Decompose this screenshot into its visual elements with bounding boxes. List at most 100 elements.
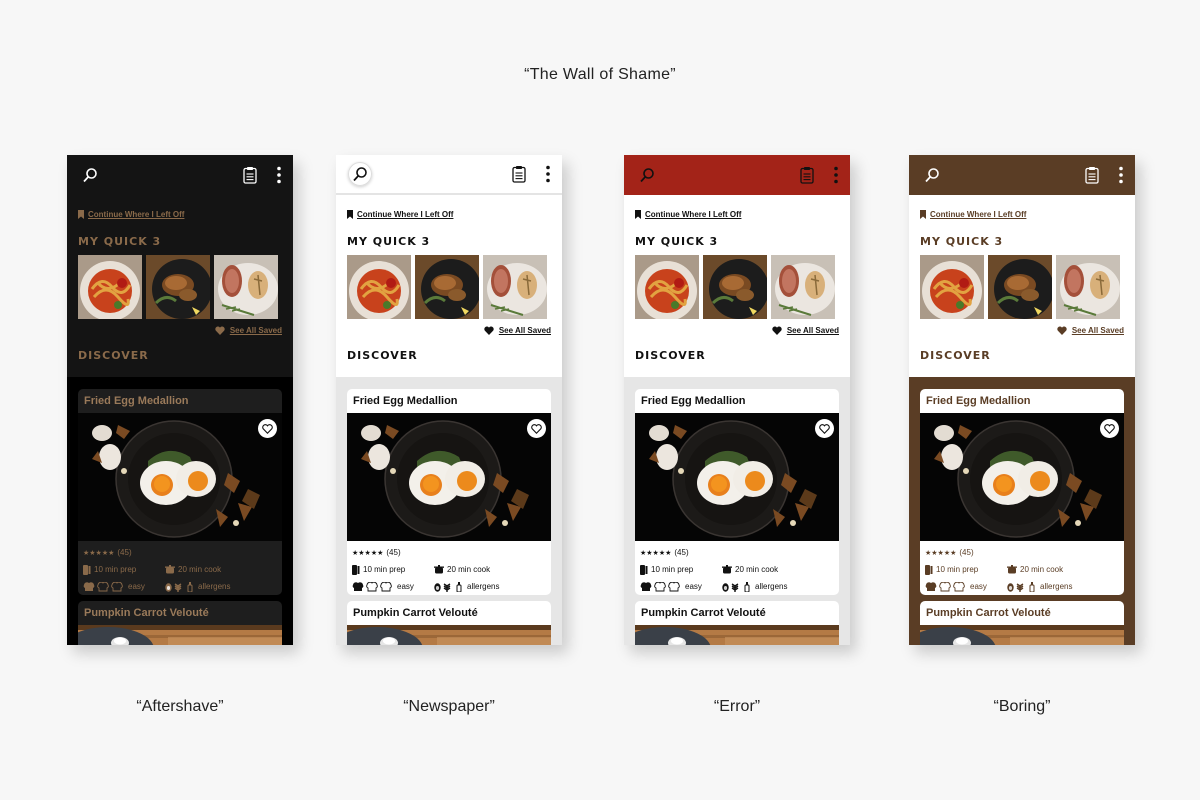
- more-menu-button[interactable]: [544, 163, 552, 185]
- page-title: “The Wall of Shame”: [524, 66, 676, 83]
- clipboard-icon: [800, 167, 814, 184]
- more-menu-button[interactable]: [832, 164, 840, 186]
- difficulty-label: easy: [970, 582, 987, 591]
- theme-mockup: Continue Where I Left Off MY QUICK 3 See…: [909, 155, 1135, 715]
- more-menu-button[interactable]: [1117, 164, 1125, 186]
- see-all-saved-label: See All Saved: [786, 325, 839, 335]
- quick-recipe-thumbnail-chicken[interactable]: [988, 255, 1052, 319]
- quick-recipe-thumbnail-spaghetti[interactable]: [920, 255, 984, 319]
- recipe-card-meta: ★★★★★ (45) 10 min prep 20 min cook easy …: [347, 541, 551, 595]
- recipe-card[interactable]: Fried Egg Medallion ★★★★★ (45) 10 min pr…: [347, 389, 551, 595]
- continue-link[interactable]: Continue Where I Left Off: [624, 195, 850, 233]
- search-icon: [353, 167, 367, 182]
- app-top-bar: [624, 155, 850, 195]
- allergens-label: allergens: [198, 582, 231, 591]
- quick-3-row: [624, 251, 850, 319]
- shopping-list-button[interactable]: [508, 163, 530, 185]
- heart-icon: [1057, 326, 1067, 335]
- recipe-card-image[interactable]: [920, 413, 1124, 541]
- prep-board-icon: [83, 564, 91, 575]
- allergen-icons: [722, 581, 750, 592]
- app-header-area: Continue Where I Left Off MY QUICK 3 See…: [909, 195, 1135, 377]
- recipe-card-image[interactable]: [920, 625, 1124, 645]
- recipe-card-image[interactable]: [635, 413, 839, 541]
- recipe-card-title: Pumpkin Carrot Velouté: [926, 607, 1051, 619]
- phone-screen: Continue Where I Left Off MY QUICK 3 See…: [909, 155, 1135, 645]
- quick-recipe-thumbnail-spaghetti[interactable]: [635, 255, 699, 319]
- discover-title: DISCOVER: [78, 349, 149, 362]
- search-button[interactable]: [348, 162, 372, 186]
- allergens-label: allergens: [1040, 582, 1073, 591]
- cook-time: 20 min cook: [1020, 565, 1064, 574]
- recipe-card[interactable]: Pumpkin Carrot Velouté: [920, 601, 1124, 645]
- recipe-card-image[interactable]: [347, 625, 551, 645]
- theme-caption: “Aftershave”: [136, 698, 224, 715]
- prep-board-icon: [925, 564, 933, 575]
- recipe-card[interactable]: Fried Egg Medallion ★★★★★ (45) 10 min pr…: [78, 389, 282, 595]
- heart-icon: [484, 326, 494, 335]
- more-menu-button[interactable]: [275, 164, 283, 186]
- quick-3-row: [67, 251, 293, 319]
- recipe-card-image[interactable]: [635, 625, 839, 645]
- allergens-label: allergens: [467, 582, 500, 591]
- quick-recipe-thumbnail-chicken[interactable]: [703, 255, 767, 319]
- rating-stars: ★★★★★: [925, 549, 957, 557]
- recipe-card-image[interactable]: [78, 413, 282, 541]
- quick-recipe-thumbnail-spaghetti[interactable]: [78, 255, 142, 319]
- clipboard-icon: [512, 166, 526, 183]
- more-vertical-icon: [546, 165, 550, 183]
- favorite-button[interactable]: [258, 419, 277, 438]
- continue-link[interactable]: Continue Where I Left Off: [909, 195, 1135, 233]
- cooking-pot-icon: [165, 565, 175, 574]
- difficulty-label: easy: [397, 582, 414, 591]
- see-all-saved-link[interactable]: See All Saved: [624, 319, 850, 337]
- recipe-card-meta: ★★★★★ (45) 10 min prep 20 min cook easy …: [635, 541, 839, 595]
- continue-link[interactable]: Continue Where I Left Off: [67, 195, 293, 233]
- shopping-list-button[interactable]: [796, 164, 818, 186]
- recipe-card[interactable]: Pumpkin Carrot Velouté: [635, 601, 839, 645]
- difficulty-label: easy: [685, 582, 702, 591]
- recipe-card-meta: ★★★★★ (45) 10 min prep 20 min cook easy …: [78, 541, 282, 595]
- rating-stars: ★★★★★: [352, 549, 384, 557]
- cooking-pot-icon: [1007, 565, 1017, 574]
- search-icon: [640, 168, 654, 183]
- cook-time: 20 min cook: [735, 565, 779, 574]
- search-button[interactable]: [79, 164, 101, 186]
- chef-hat-difficulty-icon: [640, 581, 680, 591]
- recipe-card-image[interactable]: [347, 413, 551, 541]
- more-vertical-icon: [277, 166, 281, 184]
- recipe-card-image[interactable]: [78, 625, 282, 645]
- recipe-card[interactable]: Fried Egg Medallion ★★★★★ (45) 10 min pr…: [920, 389, 1124, 595]
- favorite-button[interactable]: [815, 419, 834, 438]
- favorite-button[interactable]: [1100, 419, 1119, 438]
- shopping-list-button[interactable]: [239, 164, 261, 186]
- see-all-saved-link[interactable]: See All Saved: [909, 319, 1135, 337]
- discover-title: DISCOVER: [635, 349, 706, 362]
- heart-outline-icon: [531, 423, 542, 434]
- quick-recipe-thumbnail-spaghetti[interactable]: [347, 255, 411, 319]
- recipe-card[interactable]: Pumpkin Carrot Velouté: [78, 601, 282, 645]
- recipe-card[interactable]: Fried Egg Medallion ★★★★★ (45) 10 min pr…: [635, 389, 839, 595]
- allergen-icons: [434, 581, 462, 592]
- quick-recipe-thumbnail-sausage[interactable]: [771, 255, 835, 319]
- quick-recipe-thumbnail-sausage[interactable]: [483, 255, 547, 319]
- allergen-icons: [1007, 581, 1035, 592]
- quick-recipe-thumbnail-chicken[interactable]: [146, 255, 210, 319]
- recipe-card[interactable]: Pumpkin Carrot Velouté: [347, 601, 551, 645]
- continue-link[interactable]: Continue Where I Left Off: [336, 195, 562, 233]
- clipboard-icon: [1085, 167, 1099, 184]
- prep-time: 10 min prep: [651, 565, 694, 574]
- quick-recipe-thumbnail-sausage[interactable]: [214, 255, 278, 319]
- see-all-saved-link[interactable]: See All Saved: [336, 319, 562, 337]
- search-button[interactable]: [921, 164, 943, 186]
- cook-time: 20 min cook: [178, 565, 222, 574]
- recipe-card-title: Fried Egg Medallion: [926, 395, 1031, 407]
- favorite-button[interactable]: [527, 419, 546, 438]
- search-button[interactable]: [636, 164, 658, 186]
- shopping-list-button[interactable]: [1081, 164, 1103, 186]
- quick-recipe-thumbnail-sausage[interactable]: [1056, 255, 1120, 319]
- see-all-saved-link[interactable]: See All Saved: [67, 319, 293, 337]
- quick-recipe-thumbnail-chicken[interactable]: [415, 255, 479, 319]
- prep-board-icon: [640, 564, 648, 575]
- prep-time: 10 min prep: [936, 565, 979, 574]
